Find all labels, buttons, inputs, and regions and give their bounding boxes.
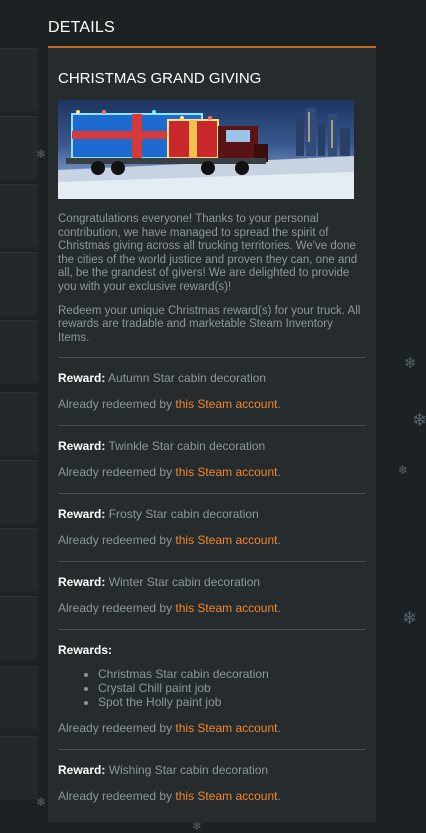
event-title: CHRISTMAS GRAND GIVING	[58, 70, 262, 87]
steam-account-link[interactable]: this Steam account	[175, 721, 277, 735]
redeemed-text: Already redeemed by	[58, 721, 173, 736]
strip-tile	[0, 460, 38, 523]
strip-tile	[0, 392, 38, 455]
strip-tile	[0, 116, 38, 179]
strip-tile	[0, 596, 38, 659]
reward-label: Reward:	[58, 507, 106, 522]
steam-account-link[interactable]: this Steam account	[175, 601, 277, 615]
reward-name: Twinkle Star cabin decoration	[108, 439, 266, 454]
rewards-list: Christmas Star cabin decoration Crystal …	[58, 667, 366, 709]
event-description: Congratulations everyone! Thanks to your…	[58, 213, 358, 293]
reward-label: Reward:	[58, 575, 106, 590]
reward-name: Autumn Star cabin decoration	[108, 371, 267, 386]
multi-reward-item: Rewards: Christmas Star cabin decoration…	[58, 630, 366, 749]
list-item: Christmas Star cabin decoration	[98, 667, 366, 681]
strip-tile	[0, 48, 38, 111]
reward-name: Frosty Star cabin decoration	[108, 507, 259, 522]
reward-label: Reward:	[58, 763, 106, 778]
redeemed-text: Already redeemed by	[58, 789, 173, 804]
redeemed-text: Already redeemed by	[58, 601, 173, 616]
rewards-label: Rewards:	[58, 643, 113, 658]
details-panel: DETAILS CHRISTMAS GRAND GIVING Congratul…	[48, 0, 376, 822]
strip-tile	[0, 252, 38, 315]
snowflake-icon: ❄	[404, 354, 417, 372]
steam-account-link[interactable]: this Steam account	[175, 533, 277, 547]
steam-account-link[interactable]: this Steam account	[175, 465, 277, 479]
strip-tile	[0, 320, 38, 383]
snowflake-icon: ❄	[36, 147, 47, 161]
strip-tile	[0, 184, 38, 247]
event-instructions: Redeem your unique Christmas reward(s) f…	[58, 304, 361, 344]
reward-label: Reward:	[58, 439, 106, 454]
strip-tile	[0, 736, 38, 799]
redeemed-text: Already redeemed by	[58, 465, 173, 480]
redeemed-text: Already redeemed by	[58, 533, 173, 548]
reward-item: Reward: Autumn Star cabin decoration Alr…	[58, 371, 281, 412]
snowflake-icon: ❄	[36, 795, 47, 809]
snowflake-icon: ❄	[398, 463, 409, 477]
snowflake-icon: ❄	[412, 410, 426, 431]
reward-label: Reward:	[58, 371, 106, 386]
event-banner-image	[58, 100, 354, 199]
reward-item: Reward: Winter Star cabin decoration Alr…	[58, 575, 281, 616]
panel-body: CHRISTMAS GRAND GIVING Congratulations e…	[48, 70, 376, 817]
reward-name: Winter Star cabin decoration	[108, 575, 261, 590]
panel-title: DETAILS	[48, 19, 115, 36]
strip-tile	[0, 528, 38, 591]
reward-item: Reward: Frosty Star cabin decoration Alr…	[58, 507, 281, 548]
snowflake-icon: ❄	[402, 608, 418, 629]
reward-item: Reward: Twinkle Star cabin decoration Al…	[58, 439, 281, 480]
list-item: Crystal Chill paint job	[98, 681, 366, 695]
panel-header: DETAILS	[48, 0, 376, 48]
steam-account-link[interactable]: this Steam account	[175, 789, 277, 803]
reward-item: Reward: Wishing Star cabin decoration Al…	[58, 763, 281, 804]
left-panel-strip	[0, 0, 38, 832]
steam-account-link[interactable]: this Steam account	[175, 397, 277, 411]
list-item: Spot the Holly paint job	[98, 695, 366, 709]
strip-tile	[0, 666, 38, 729]
redeemed-text: Already redeemed by	[58, 397, 173, 412]
reward-name: Wishing Star cabin decoration	[108, 763, 269, 778]
